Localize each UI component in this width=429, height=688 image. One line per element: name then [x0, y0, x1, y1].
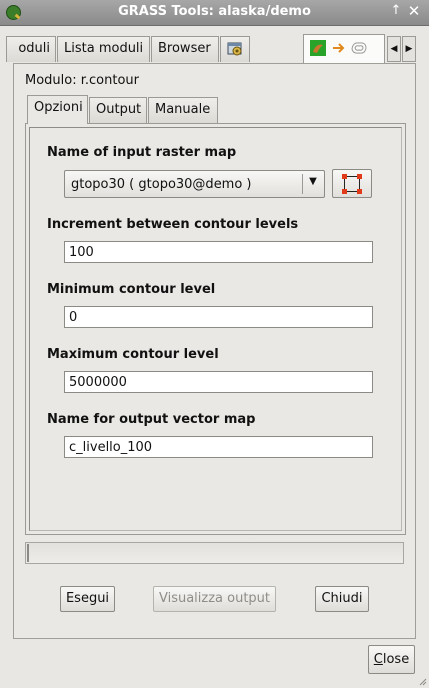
minimum-level-input[interactable]: 0: [64, 306, 373, 328]
increment-label: Increment between contour levels: [47, 217, 299, 232]
tab-lista-moduli[interactable]: Lista moduli: [57, 36, 150, 62]
resize-grip-icon[interactable]: [418, 677, 427, 686]
increment-input[interactable]: 100: [64, 241, 373, 263]
contour-icon: [351, 42, 367, 54]
progress-bar: [25, 542, 404, 564]
minimum-level-label: Minimum contour level: [47, 282, 216, 297]
raster-icon: [310, 40, 326, 56]
maximum-level-label: Maximum contour level: [47, 347, 219, 362]
tab-browser[interactable]: Browser: [151, 36, 219, 62]
raster-map-label: Name of input raster map: [47, 145, 237, 160]
tab-manuale[interactable]: Manuale: [148, 97, 218, 123]
select-region-icon: [342, 174, 362, 194]
view-output-button[interactable]: Visualizza output: [153, 586, 276, 612]
tab-r-contour-active[interactable]: [303, 34, 385, 64]
maximize-icon[interactable]: ↑: [388, 3, 404, 21]
raster-map-select[interactable]: gtopo30 ( gtopo30@demo ): [64, 170, 325, 198]
arrow-icon: [333, 43, 345, 53]
select-corner: [342, 189, 347, 194]
tab-output[interactable]: Output: [89, 97, 147, 123]
run-button[interactable]: Esegui: [60, 586, 115, 612]
tab-moduli[interactable]: oduli: [6, 36, 56, 62]
combo-divider: [302, 174, 303, 194]
output-vector-label: Name for output vector map: [47, 412, 256, 427]
tab-scroll-left-button[interactable]: ◀: [387, 36, 401, 62]
maximum-level-input[interactable]: 5000000: [64, 371, 373, 393]
progress-fill: [27, 544, 29, 562]
tab-scroll-right-button[interactable]: ▶: [402, 36, 416, 62]
close-module-button[interactable]: Chiudi: [315, 586, 369, 612]
select-corner: [342, 174, 347, 179]
module-config-icon: [227, 42, 242, 56]
output-vector-input[interactable]: c_livello_100: [64, 436, 373, 458]
tab-module-config[interactable]: [220, 36, 250, 62]
tab-opzioni[interactable]: Opzioni: [27, 95, 88, 124]
select-corner: [357, 189, 362, 194]
raster-map-select-value: gtopo30 ( gtopo30@demo ): [71, 177, 252, 192]
close-button[interactable]: Close: [368, 645, 415, 674]
module-name-label: Modulo: r.contour: [25, 73, 139, 88]
close-window-icon[interactable]: ✕: [406, 2, 422, 20]
window-title: GRASS Tools: alaska/demo: [118, 4, 311, 19]
select-corner: [357, 174, 362, 179]
dropdown-arrow-icon[interactable]: ▼: [306, 176, 320, 192]
